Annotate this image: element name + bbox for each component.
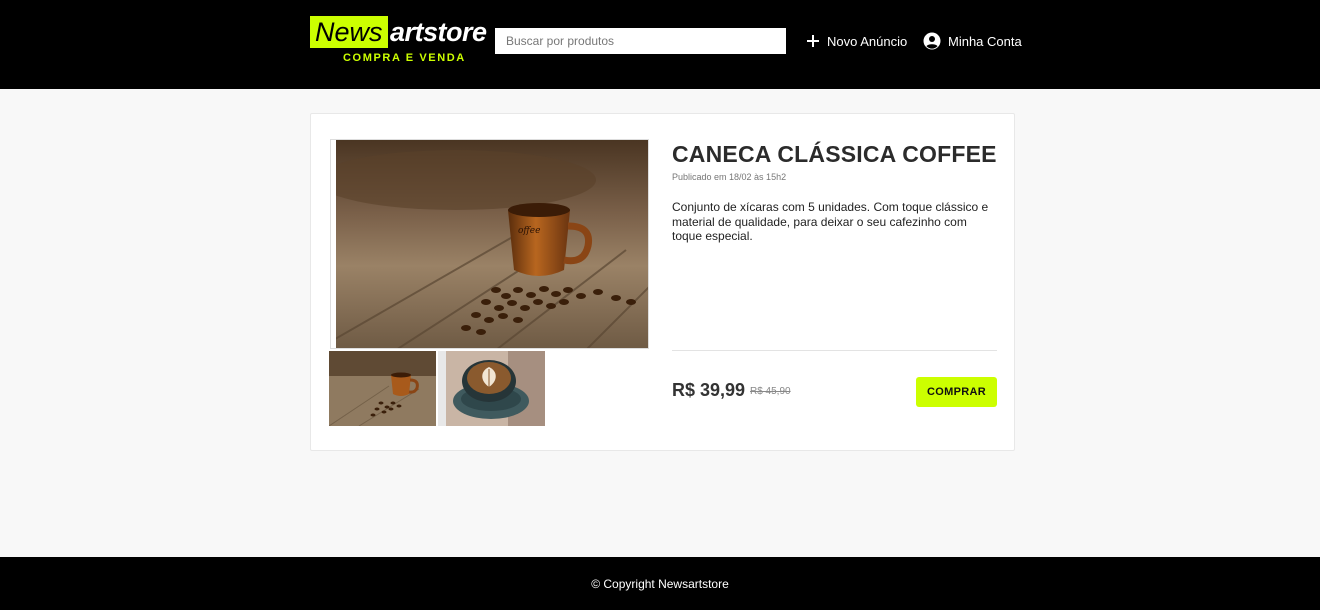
- divider: [672, 350, 997, 351]
- old-price: R$ 45,90: [750, 386, 791, 397]
- product-title: CANECA CLÁSSICA COFFEE: [672, 141, 997, 167]
- logo[interactable]: News artstore COMPRA E VENDA: [310, 16, 490, 68]
- product-main-image: offee: [330, 139, 649, 349]
- my-account-link[interactable]: Minha Conta: [923, 30, 1022, 52]
- new-ad-link[interactable]: Novo Anúncio: [806, 30, 907, 52]
- search-input[interactable]: [495, 28, 786, 54]
- logo-tagline: COMPRA E VENDA: [343, 52, 466, 64]
- thumbnail-latte-art[interactable]: [438, 351, 545, 426]
- account-circle-icon: [923, 32, 941, 50]
- header: News artstore COMPRA E VENDA Novo Anúnci…: [0, 0, 1320, 89]
- product-description: Conjunto de xícaras com 5 unidades. Com …: [672, 200, 989, 243]
- new-ad-label: Novo Anúncio: [827, 33, 908, 49]
- logo-artstore: artstore: [390, 17, 487, 47]
- copyright-text: © Copyright Newsartstore: [591, 576, 729, 591]
- product-card: offee CANECA CLÁSSICA COFFEE Publicado e…: [310, 113, 1015, 451]
- thumbnail-coffee-cup[interactable]: [329, 351, 436, 426]
- buy-button[interactable]: COMPRAR: [916, 377, 997, 407]
- published-date: Publicado em 18/02 às 15h2: [672, 172, 787, 182]
- footer: © Copyright Newsartstore: [0, 557, 1320, 610]
- plus-icon: [806, 34, 820, 48]
- my-account-label: Minha Conta: [948, 33, 1022, 49]
- logo-news: News: [310, 16, 388, 48]
- svg-text:offee: offee: [518, 226, 540, 236]
- product-price: R$ 39,99: [672, 380, 746, 400]
